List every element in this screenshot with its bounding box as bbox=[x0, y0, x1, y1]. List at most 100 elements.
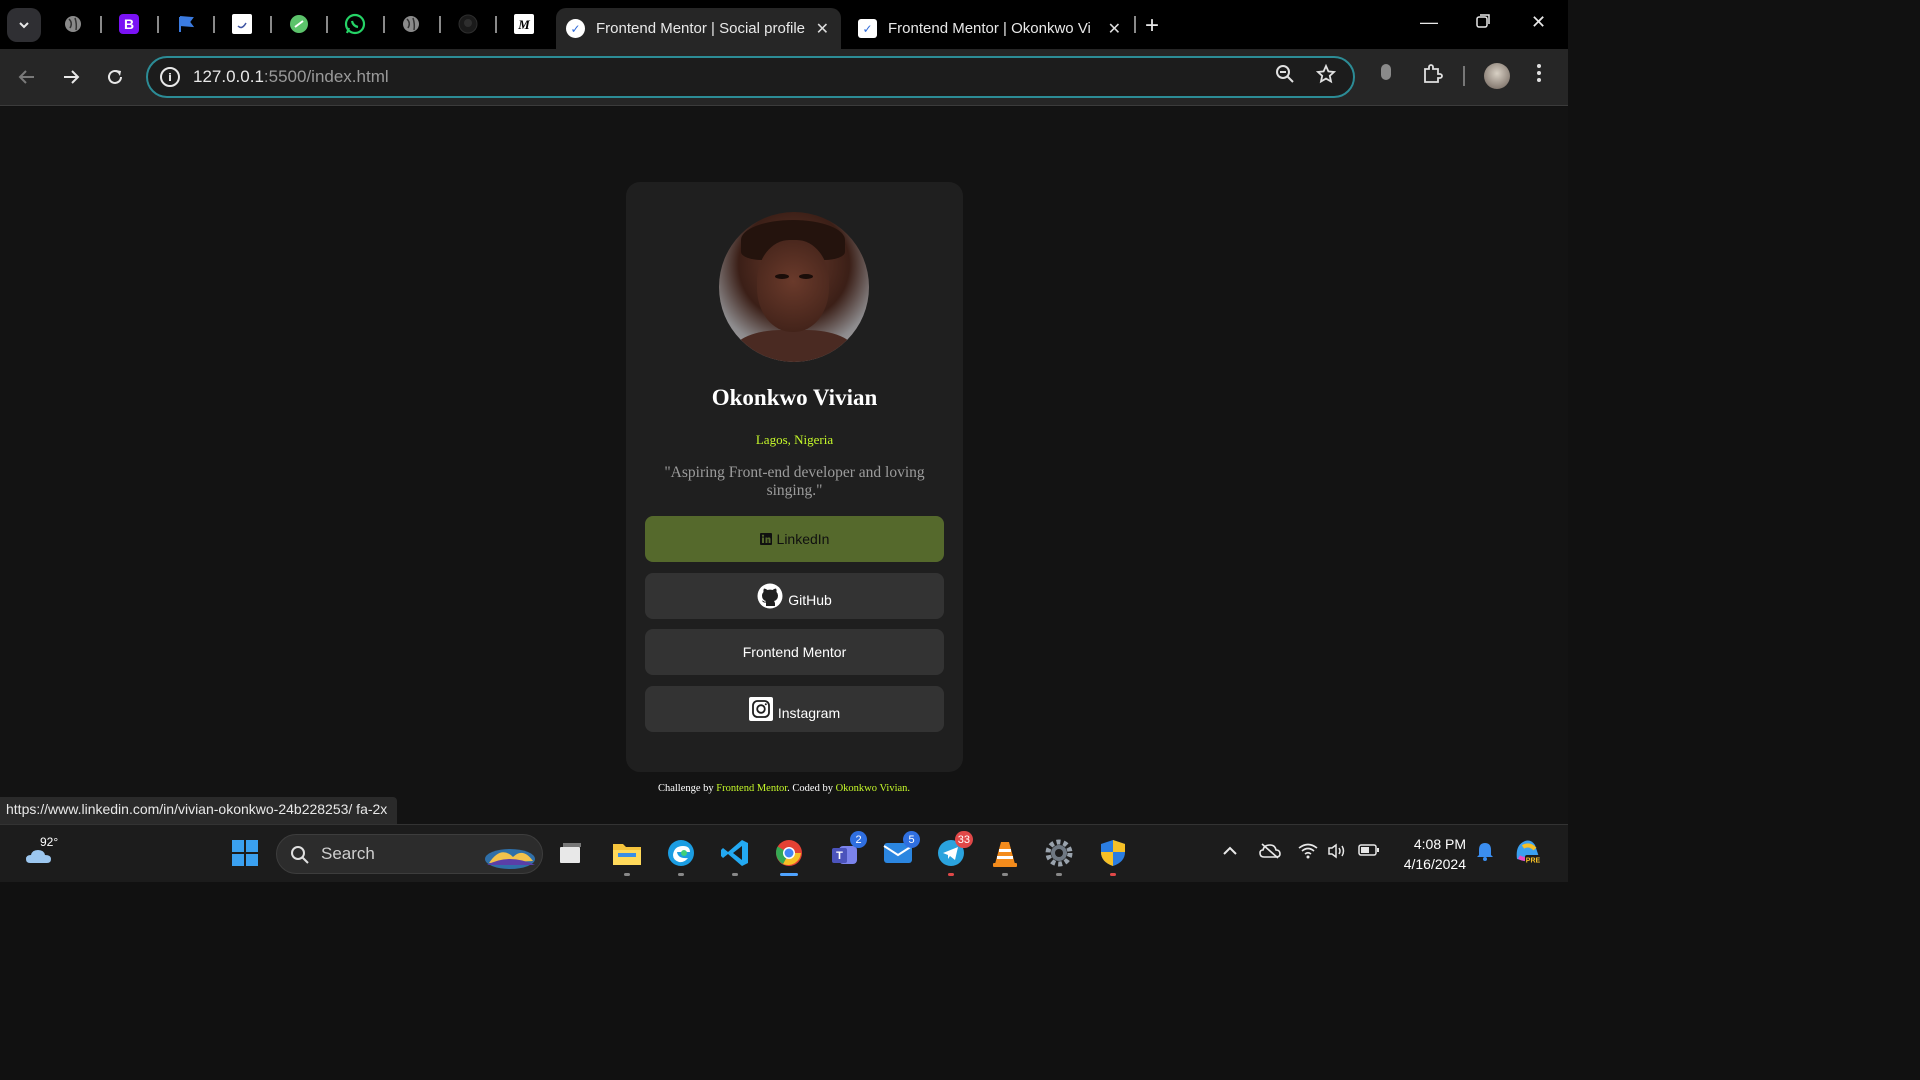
more-vert-icon bbox=[1537, 64, 1541, 82]
address-url[interactable]: 127.0.0.1:5500/index.html bbox=[193, 67, 389, 87]
search-highlight-icon bbox=[485, 849, 535, 869]
bootstrap-icon: B bbox=[119, 14, 139, 34]
onedrive-status[interactable] bbox=[1259, 843, 1281, 864]
attribution-middle: . Coded by bbox=[787, 783, 836, 794]
address-bar[interactable]: i 127.0.0.1:5500/index.html bbox=[146, 56, 1355, 98]
pinned-tab-globe[interactable] bbox=[61, 12, 85, 36]
taskbar-search[interactable]: Search bbox=[276, 834, 543, 874]
weather-temperature: 92° bbox=[38, 835, 61, 849]
taskbar-security[interactable] bbox=[1097, 837, 1129, 876]
vlc-icon bbox=[993, 842, 1017, 867]
svg-text:M: M bbox=[517, 17, 530, 32]
task-view-icon bbox=[560, 843, 581, 863]
pinned-tab-bootstrap[interactable]: B bbox=[117, 12, 141, 36]
site-info-icon[interactable]: i bbox=[160, 67, 180, 87]
zoom-button[interactable] bbox=[1275, 64, 1295, 90]
running-indicator bbox=[732, 873, 738, 876]
avatar-eye bbox=[799, 274, 813, 279]
taskbar-vlc[interactable] bbox=[989, 837, 1021, 876]
taskbar-settings[interactable] bbox=[1043, 837, 1075, 876]
instagram-button[interactable]: Instagram bbox=[645, 686, 944, 732]
tab-separator bbox=[439, 16, 441, 33]
github-icon bbox=[458, 14, 478, 34]
tab-title: Frontend Mentor | Social profile bbox=[596, 20, 805, 37]
github-icon bbox=[757, 583, 783, 609]
close-icon[interactable]: ✕ bbox=[816, 19, 829, 39]
tab-separator bbox=[270, 16, 272, 33]
show-hidden-icons-button[interactable] bbox=[1222, 843, 1238, 864]
page-viewport: Okonkwo Vivian Lagos, Nigeria "Aspiring … bbox=[0, 107, 1568, 824]
medium-icon: M bbox=[514, 14, 534, 34]
pinned-tab-flag[interactable] bbox=[174, 12, 198, 36]
reload-icon bbox=[108, 69, 122, 84]
profile-bio: "Aspiring Front-end developer and loving… bbox=[664, 464, 925, 499]
weather-widget[interactable]: 92° bbox=[24, 835, 61, 874]
gear-icon bbox=[1045, 839, 1073, 867]
url-path: :5500/index.html bbox=[263, 67, 389, 86]
url-host: 127.0.0.1 bbox=[193, 67, 264, 86]
extension-button[interactable] bbox=[1380, 63, 1392, 87]
github-button[interactable]: GitHub bbox=[645, 573, 944, 619]
folder-icon bbox=[613, 844, 641, 865]
start-button[interactable] bbox=[229, 837, 261, 869]
search-label: Search bbox=[321, 844, 375, 863]
back-button[interactable] bbox=[13, 63, 41, 91]
battery-status[interactable] bbox=[1358, 843, 1380, 862]
frontend-mentor-button[interactable]: Frontend Mentor bbox=[645, 629, 944, 675]
close-window-button[interactable]: ✕ bbox=[1531, 12, 1546, 33]
taskbar-mail[interactable]: 5 bbox=[882, 831, 920, 869]
volume-control[interactable] bbox=[1327, 843, 1347, 864]
tab-okonkwo[interactable]: ✓ Frontend Mentor | Okonkwo Vi ✕ bbox=[848, 8, 1133, 49]
pinned-tab-green-app[interactable] bbox=[287, 12, 311, 36]
author-link[interactable]: Okonkwo Vivian bbox=[836, 783, 908, 794]
vscode-icon bbox=[721, 840, 748, 866]
pinned-tab-globe-2[interactable] bbox=[399, 12, 423, 36]
battery-icon bbox=[1358, 844, 1379, 856]
forward-button[interactable] bbox=[57, 63, 85, 91]
profile-avatar[interactable] bbox=[1484, 63, 1510, 89]
extensions-menu-button[interactable] bbox=[1421, 63, 1443, 91]
tab-title: Frontend Mentor | Okonkwo Vi bbox=[888, 20, 1091, 37]
tab-search-button[interactable] bbox=[7, 8, 41, 42]
notifications-button[interactable] bbox=[1476, 841, 1494, 866]
bookmark-button[interactable] bbox=[1315, 63, 1337, 90]
task-view-button[interactable] bbox=[555, 837, 587, 869]
taskbar-edge[interactable] bbox=[665, 837, 697, 876]
frontend-mentor-label: Frontend Mentor bbox=[742, 644, 847, 660]
profile-location: Lagos, Nigeria bbox=[755, 432, 834, 447]
cloud-offline-icon bbox=[1259, 843, 1281, 859]
challenge-link[interactable]: Frontend Mentor bbox=[716, 783, 787, 794]
pinned-tab-medium[interactable]: M bbox=[512, 12, 536, 36]
pinned-tab-frontend-mentor[interactable] bbox=[230, 12, 254, 36]
copilot-button[interactable]: PRE bbox=[1513, 837, 1543, 872]
reload-button[interactable] bbox=[101, 63, 129, 91]
clock-time: 4:08 PM bbox=[1413, 836, 1466, 852]
running-indicator bbox=[1110, 873, 1116, 876]
restore-button[interactable] bbox=[1476, 12, 1490, 33]
wifi-status[interactable] bbox=[1298, 843, 1318, 864]
minimize-button[interactable]: — bbox=[1420, 12, 1438, 33]
taskbar-vscode[interactable] bbox=[719, 837, 751, 876]
taskbar-file-explorer[interactable] bbox=[611, 837, 643, 876]
tab-separator bbox=[157, 16, 159, 33]
whatsapp-icon bbox=[344, 13, 366, 35]
frontend-mentor-icon: ✓ bbox=[858, 19, 877, 38]
frontend-mentor-icon: ✓ bbox=[566, 19, 585, 38]
taskbar-chrome[interactable] bbox=[773, 837, 805, 876]
browser-menu-button[interactable] bbox=[1535, 63, 1543, 89]
taskbar-clock[interactable]: 4:08 PM 4/16/2024 bbox=[1392, 834, 1466, 874]
tab-separator bbox=[1134, 16, 1136, 33]
instagram-icon bbox=[748, 697, 773, 721]
star-icon bbox=[1315, 63, 1337, 84]
new-tab-button[interactable]: + bbox=[1145, 12, 1159, 40]
arrow-right-icon bbox=[64, 70, 80, 84]
tab-separator bbox=[326, 16, 328, 33]
close-icon[interactable]: ✕ bbox=[1108, 19, 1121, 39]
avatar bbox=[719, 212, 869, 362]
tab-social-profile[interactable]: ✓ Frontend Mentor | Social profile ✕ bbox=[556, 8, 841, 49]
linkedin-button[interactable]: LinkedIn bbox=[645, 516, 944, 562]
pinned-tab-whatsapp[interactable] bbox=[343, 12, 367, 36]
taskbar-teams[interactable]: T 2 bbox=[829, 831, 867, 869]
taskbar-telegram[interactable]: 33 bbox=[935, 831, 973, 876]
pinned-tab-github[interactable] bbox=[456, 12, 480, 36]
